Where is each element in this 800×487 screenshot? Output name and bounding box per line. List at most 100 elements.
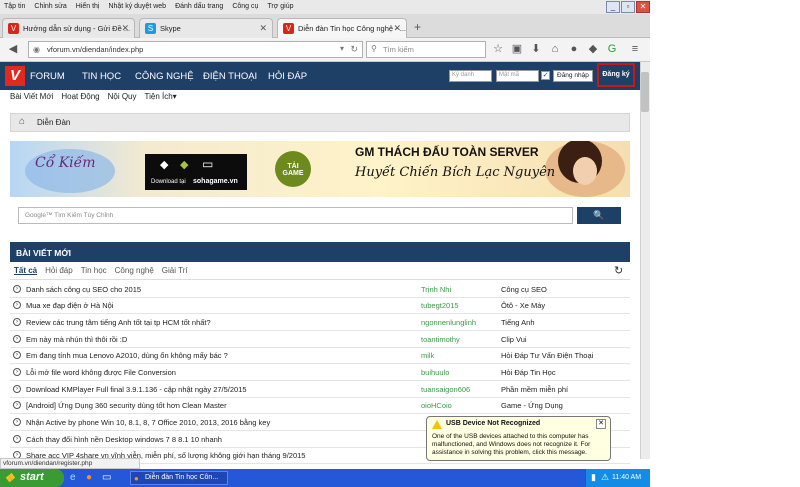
tab-all[interactable]: Tất cả: [14, 266, 37, 279]
ad-banner[interactable]: Cổ Kiếm Download tại sohagame.vn ◆ ◆ ▭ T…: [10, 141, 630, 197]
table-row[interactable]: › Em này mà nhún thì thôi rồi :D toantimot…: [10, 331, 630, 348]
subnav-activity[interactable]: Hoạt Động: [61, 92, 99, 106]
tab-cong-nghe[interactable]: Công nghệ: [115, 266, 154, 279]
addon-icon[interactable]: G: [604, 41, 620, 58]
post-author[interactable]: oioHCoio: [421, 401, 452, 410]
tab-hoi-dap[interactable]: Hỏi đáp: [45, 266, 73, 279]
chat-icon[interactable]: ●: [566, 41, 582, 58]
post-author[interactable]: buihuulo: [421, 368, 449, 377]
username-input[interactable]: Ký danh: [449, 70, 492, 82]
post-title[interactable]: Danh sách công cụ SEO cho 2015: [26, 285, 141, 294]
post-title[interactable]: Review các trung tâm tiếng Anh tốt tại t…: [26, 318, 211, 327]
menu-item[interactable]: Đánh dấu trang: [175, 3, 223, 14]
menu-item[interactable]: Tập tin: [4, 3, 25, 14]
refresh-icon[interactable]: ↻: [614, 264, 623, 277]
menu-item[interactable]: Trợ giúp: [267, 3, 293, 14]
post-category[interactable]: Ôtô - Xe Máy: [501, 301, 545, 310]
post-title[interactable]: Nhận Active by phone Win 10, 8.1, 8, 7 O…: [26, 418, 270, 427]
close-tab-icon[interactable]: ✕: [121, 23, 129, 34]
post-author[interactable]: ngonnenlunglinh: [421, 318, 476, 327]
firefox-icon[interactable]: ●: [86, 472, 92, 483]
remember-checkbox[interactable]: ✓: [541, 71, 550, 80]
table-row[interactable]: › Lỗi mở file word không được File Conver…: [10, 364, 630, 381]
subnav-new-posts[interactable]: Bài Viết Mới: [10, 92, 53, 106]
nav-dien-thoai[interactable]: ĐIỆN THOẠI: [203, 71, 257, 82]
start-button[interactable]: ❖ start: [0, 469, 64, 487]
tab-giai-tri[interactable]: Giải Trí: [162, 266, 188, 279]
taskbar-item-browser[interactable]: ● Diễn đàn Tin học Côn...: [130, 471, 228, 485]
desktop-icon[interactable]: ▭: [102, 472, 111, 483]
subnav-rules[interactable]: Nội Quy: [108, 92, 137, 106]
post-author[interactable]: toantimothy: [421, 335, 460, 344]
back-button[interactable]: ◀: [5, 41, 21, 58]
post-category[interactable]: Game - Ứng Dụng: [501, 401, 563, 410]
menu-item[interactable]: Nhật ký duyệt web: [108, 3, 166, 14]
table-row[interactable]: › Review các trung tâm tiếng Anh tốt tại …: [10, 314, 630, 331]
tab-huong-dan[interactable]: V Hướng dẫn sử dụng - Gửi Đề ... ✕: [2, 18, 135, 38]
post-author[interactable]: milk: [421, 351, 434, 360]
post-author[interactable]: tubegt2015: [421, 301, 459, 310]
share-icon[interactable]: ◆: [585, 41, 601, 58]
new-tab-button[interactable]: +: [414, 20, 421, 34]
tab-dien-dan[interactable]: V Diễn đàn Tin học Công nghệ - ... ✕: [277, 18, 407, 38]
clipboard-icon[interactable]: ▣: [509, 41, 525, 58]
site-search-input[interactable]: Google™ Tìm Kiếm Tùy Chỉnh: [18, 207, 573, 224]
close-window-button[interactable]: ✕: [636, 1, 650, 13]
post-category[interactable]: Clip Vui: [501, 335, 527, 344]
post-title[interactable]: Em đang tính mua Lenovo A2010, dùng ổn k…: [26, 351, 228, 360]
table-row[interactable]: › [Android] Ứng Dụng 360 security dùng tố…: [10, 397, 630, 414]
menu-item[interactable]: Công cụ: [232, 3, 258, 14]
tab-skype[interactable]: S Skype ✕: [139, 18, 273, 38]
menu-icon[interactable]: ≡: [627, 41, 643, 58]
browser-search-input[interactable]: ⚲ Tìm kiếm: [366, 41, 486, 58]
post-title[interactable]: Em này mà nhún thì thôi rồi :D: [26, 335, 127, 344]
password-input[interactable]: Mật mã: [496, 70, 539, 82]
post-title[interactable]: Mua xe đạp điện ở Hà Nội: [26, 301, 113, 310]
address-bar[interactable]: ◉ vforum.vn/diendan/index.php ▾ ↻: [28, 41, 363, 58]
post-title[interactable]: Lỗi mở file word không được File Convers…: [26, 368, 176, 377]
menu-item[interactable]: Hiển thị: [76, 3, 100, 14]
login-button[interactable]: Đăng nhập: [553, 70, 593, 82]
dropdown-icon[interactable]: ▾: [340, 44, 344, 53]
download-icon[interactable]: ⬇: [528, 41, 544, 58]
post-title[interactable]: [Android] Ứng Dụng 360 security dùng tốt…: [26, 401, 227, 410]
table-row[interactable]: › Mua xe đạp điện ở Hà Nội tubegt2015 Ôtô -…: [10, 297, 630, 314]
register-button[interactable]: Đăng ký: [597, 63, 635, 87]
nav-tin-hoc[interactable]: TIN HỌC: [82, 71, 121, 82]
usb-notification[interactable]: ✕ USB Device Not Recognized One of the U…: [426, 416, 611, 461]
post-author[interactable]: tuansaigon606: [421, 385, 470, 394]
subnav-utilities[interactable]: Tiện Ích▾: [145, 92, 177, 106]
close-tab-icon[interactable]: ✕: [259, 23, 267, 34]
reload-icon[interactable]: ↻: [350, 44, 358, 55]
nav-cong-nghe[interactable]: CÔNG NGHỆ: [135, 71, 194, 82]
home-icon[interactable]: ⌂: [19, 116, 25, 127]
nav-forum[interactable]: FORUM: [30, 71, 65, 82]
site-search-button[interactable]: 🔍: [577, 207, 621, 224]
vforum-logo[interactable]: V: [5, 66, 25, 86]
minimize-button[interactable]: _: [606, 1, 620, 13]
network-icon[interactable]: ▮: [591, 472, 596, 483]
table-row[interactable]: › Download KMPlayer Full final 3.9.1.136 …: [10, 381, 630, 398]
nav-hoi-dap[interactable]: HỎI ĐÁP: [268, 71, 307, 82]
bookmark-star-icon[interactable]: ☆: [490, 41, 506, 58]
table-row[interactable]: › Danh sách công cụ SEO cho 2015 Trịnh Nhi…: [10, 281, 630, 298]
post-category[interactable]: Hỏi Đáp Tin Học: [501, 368, 556, 377]
close-tab-icon[interactable]: ✕: [393, 23, 401, 34]
post-title[interactable]: Cách thay đổi hình nền Desktop windows 7…: [26, 435, 222, 444]
post-category[interactable]: Hỏi Đáp Tư Vấn Điện Thoại: [501, 351, 593, 360]
post-author[interactable]: Trịnh Nhi: [421, 285, 451, 294]
post-category[interactable]: Tiếng Anh: [501, 318, 535, 327]
vertical-scrollbar[interactable]: [640, 62, 650, 459]
breadcrumb-label[interactable]: Diễn Đàn: [37, 118, 70, 127]
home-icon[interactable]: ⌂: [547, 41, 563, 58]
post-category[interactable]: Công cụ SEO: [501, 285, 547, 294]
close-notification-button[interactable]: ✕: [596, 419, 606, 429]
usb-warning-icon[interactable]: ⚠: [601, 472, 609, 483]
menu-item[interactable]: Chỉnh sửa: [34, 3, 66, 14]
post-category[interactable]: Phần mềm miễn phí: [501, 385, 568, 394]
tab-tin-hoc[interactable]: Tin học: [81, 266, 107, 279]
scrollbar-thumb[interactable]: [641, 72, 649, 112]
maximize-button[interactable]: ▫: [621, 1, 635, 13]
post-title[interactable]: Download KMPlayer Full final 3.9.1.136 -…: [26, 385, 247, 394]
table-row[interactable]: › Em đang tính mua Lenovo A2010, dùng ổn …: [10, 347, 630, 364]
